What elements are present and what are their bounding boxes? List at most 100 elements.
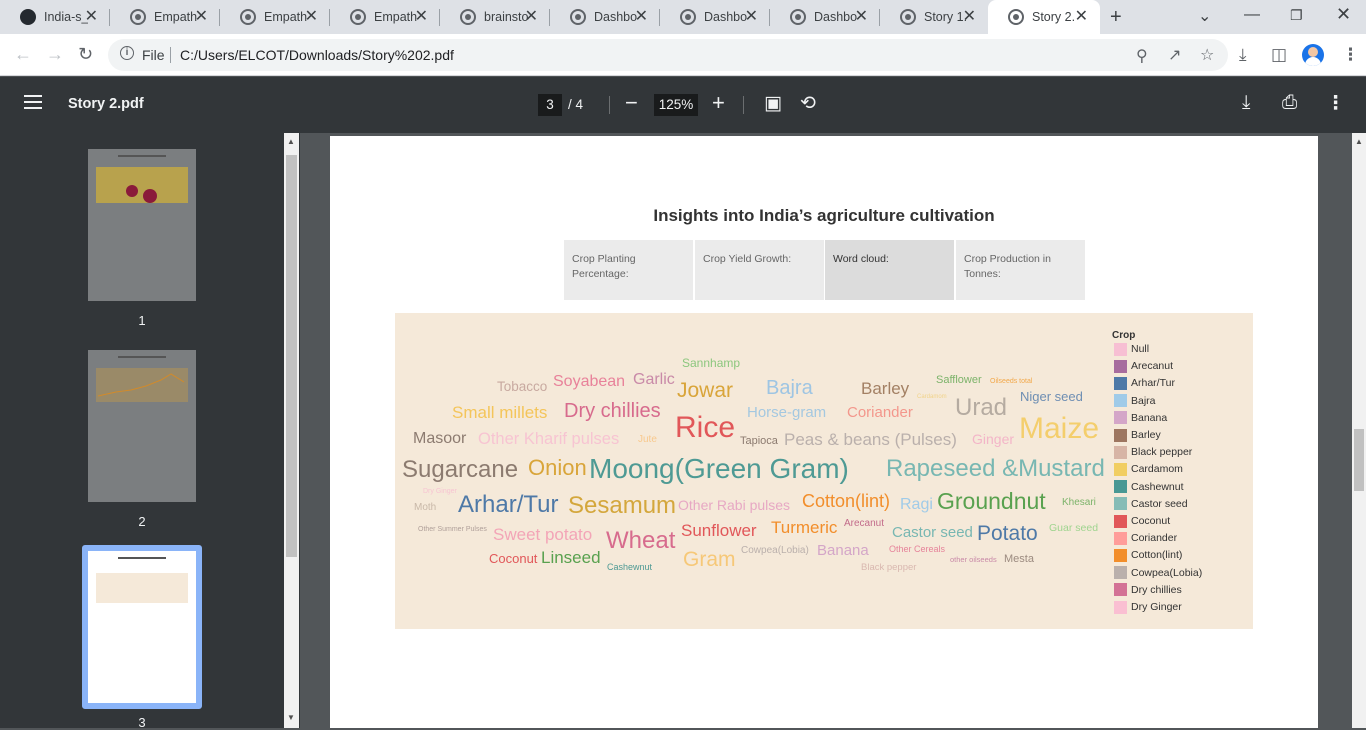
reload-icon[interactable]: ↻ [78, 44, 93, 65]
word-cloud-word: Moth [414, 502, 437, 513]
address-bar[interactable]: i File C:/Users/ELCOT/Downloads/Story%20… [108, 39, 1228, 71]
legend-swatch [1114, 583, 1127, 597]
address-url[interactable]: C:/Users/ELCOT/Downloads/Story%202.pdf [180, 47, 454, 63]
tab-close-icon[interactable]: ✕ [855, 9, 868, 25]
word-cloud-word: Arecanut [844, 518, 885, 529]
legend-item[interactable]: Cardamom [1114, 462, 1183, 476]
legend-item[interactable]: Castor seed [1114, 497, 1188, 511]
tab-search-icon[interactable]: ⌄ [1198, 6, 1211, 26]
tab-close-icon[interactable]: ✕ [1075, 9, 1088, 25]
tab-close-icon[interactable]: ✕ [195, 9, 208, 25]
bookmark-star-icon[interactable]: ☆ [1200, 45, 1214, 65]
globe-icon [460, 9, 476, 25]
word-cloud-word: Other Kharif pulses [478, 430, 620, 448]
legend-label: Castor seed [1131, 497, 1188, 510]
pdf-menu-icon[interactable] [24, 95, 42, 109]
print-icon[interactable]: ⎙ [1282, 92, 1297, 114]
legend-item[interactable]: Barley [1114, 428, 1161, 442]
legend-label: Dry Ginger [1131, 601, 1182, 613]
tab-close-icon[interactable]: ✕ [635, 9, 648, 25]
legend-item[interactable]: Cowpea(Lobia) [1114, 566, 1202, 580]
downloads-icon[interactable]: ⤓ [1239, 45, 1247, 65]
zoom-in-icon[interactable]: + [712, 90, 725, 116]
legend-item[interactable]: Coriander [1114, 531, 1177, 545]
browser-tab[interactable]: Story 2. ✕ [988, 0, 1100, 34]
browser-tab[interactable]: Story 1. ✕ [880, 0, 988, 34]
site-info-icon[interactable]: i [120, 46, 134, 60]
word-cloud-word: Bajra [766, 377, 813, 399]
thumbnail-page-1[interactable] [88, 149, 196, 301]
legend-swatch [1114, 411, 1127, 425]
browser-tab[interactable]: Empath ✕ [330, 0, 440, 34]
forward-icon[interactable]: → [46, 44, 64, 65]
more-actions-icon[interactable]: ⋮ [1326, 92, 1345, 115]
browser-tab[interactable]: India-s_ ✕ [0, 0, 110, 34]
browser-menu-icon[interactable]: ⋮ [1342, 45, 1359, 65]
legend-swatch [1114, 514, 1127, 528]
zoom-out-icon[interactable]: − [625, 90, 638, 116]
pdf-document-title: Story 2.pdf [68, 96, 144, 112]
tab-close-icon[interactable]: ✕ [963, 9, 976, 25]
page-number-input[interactable]: 3 [538, 94, 562, 116]
legend-item[interactable]: Null [1114, 342, 1149, 356]
zoom-icon[interactable]: ⚲ [1136, 46, 1148, 66]
story-tab-word-cloud[interactable]: Word cloud: [825, 240, 954, 300]
tab-close-icon[interactable]: ✕ [415, 9, 428, 25]
window-close-icon[interactable]: ✕ [1336, 4, 1351, 25]
legend-swatch [1114, 480, 1127, 494]
new-tab-button[interactable]: + [1110, 6, 1122, 29]
rotate-icon[interactable]: ⟲ [800, 92, 816, 115]
viewer-scroll-thumb[interactable] [1354, 429, 1364, 491]
legend-item[interactable]: Cotton(lint) [1114, 548, 1182, 562]
tab-close-icon[interactable]: ✕ [525, 9, 538, 25]
browser-tab[interactable]: Dashbo ✕ [770, 0, 880, 34]
legend-item[interactable]: Black pepper [1114, 445, 1192, 459]
word-cloud-word: Other Summer Pulses [418, 526, 487, 533]
tab-title: Empath [154, 10, 198, 24]
legend-item[interactable]: Cashewnut [1114, 480, 1184, 494]
sidebar-scroll-thumb[interactable] [286, 155, 297, 557]
legend-item[interactable]: Dry Ginger [1114, 600, 1182, 614]
download-icon[interactable]: ⤓ [1242, 92, 1250, 114]
scroll-down-arrow[interactable]: ▼ [287, 713, 295, 722]
share-icon[interactable]: ↗ [1168, 45, 1181, 65]
tab-title: Dashbo [704, 10, 748, 24]
word-cloud-word: Oilseeds total [990, 378, 1033, 385]
word-cloud-word: Rapeseed &Mustard [886, 455, 1105, 482]
tab-close-icon[interactable]: ✕ [85, 9, 98, 25]
word-cloud-word: Turmeric [771, 518, 838, 537]
address-divider [170, 47, 171, 63]
browser-tab[interactable]: Empath ✕ [220, 0, 330, 34]
zoom-level-input[interactable]: 125% [654, 94, 698, 116]
thumbnail-page-2[interactable] [88, 350, 196, 502]
sidebar-scrollbar[interactable]: ▲ ▼ [284, 133, 299, 728]
minimize-icon[interactable]: — [1244, 6, 1260, 24]
viewer-scrollbar[interactable]: ▲ [1352, 133, 1366, 728]
story-tab-crop-planting[interactable]: Crop Planting Percentage: [564, 240, 693, 300]
scroll-up-arrow[interactable]: ▲ [287, 137, 295, 146]
legend-item[interactable]: Arecanut [1114, 359, 1173, 373]
profile-avatar[interactable] [1302, 44, 1324, 66]
pdf-page: Insights into India’s agriculture cultiv… [330, 136, 1318, 728]
tab-close-icon[interactable]: ✕ [745, 9, 758, 25]
browser-tab[interactable]: Dashbo ✕ [550, 0, 660, 34]
story-tab-crop-yield[interactable]: Crop Yield Growth: [695, 240, 824, 300]
legend-item[interactable]: Banana [1114, 411, 1167, 425]
legend-item[interactable]: Arhar/Tur [1114, 376, 1175, 390]
scroll-up-arrow[interactable]: ▲ [1355, 137, 1363, 146]
legend-item[interactable]: Dry chillies [1114, 583, 1182, 597]
browser-tab[interactable]: brainsto ✕ [440, 0, 550, 34]
legend-label: Cotton(lint) [1131, 549, 1183, 562]
maximize-icon[interactable]: ❐ [1290, 7, 1303, 24]
thumbnail-page-3[interactable] [88, 551, 196, 703]
fit-page-icon[interactable]: ▣ [764, 92, 782, 115]
browser-tab[interactable]: Dashbo ✕ [660, 0, 770, 34]
browser-tab[interactable]: Empath ✕ [110, 0, 220, 34]
back-icon[interactable]: ← [14, 44, 32, 65]
legend-item[interactable]: Coconut [1114, 514, 1170, 528]
word-cloud-word: Ginger [972, 431, 1015, 447]
story-tab-crop-production[interactable]: Crop Production in Tonnes: [956, 240, 1085, 300]
side-panel-icon[interactable]: ◫ [1271, 45, 1287, 65]
tab-close-icon[interactable]: ✕ [305, 9, 318, 25]
legend-item[interactable]: Bajra [1114, 394, 1156, 408]
